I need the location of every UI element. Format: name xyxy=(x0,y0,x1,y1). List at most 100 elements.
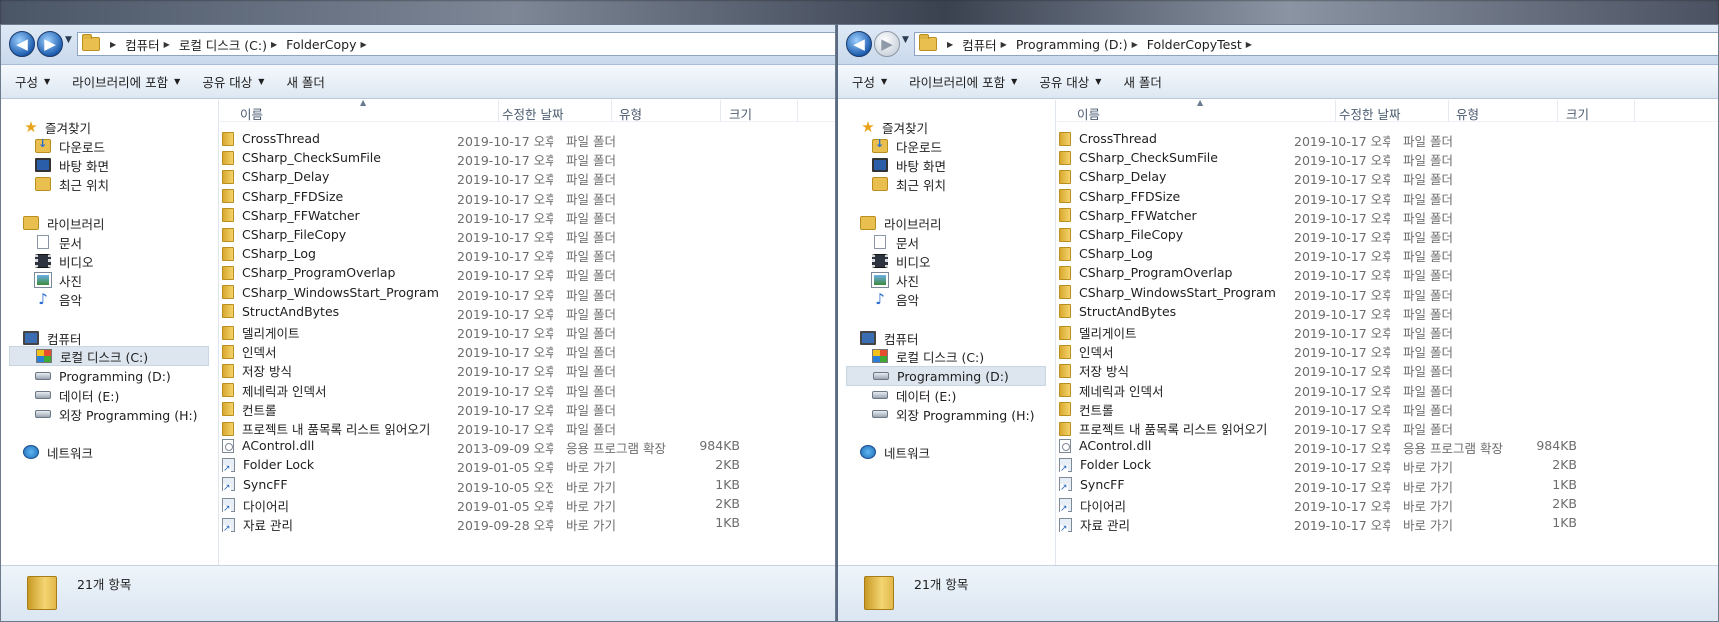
breadcrumb-drive[interactable]: 로컬 디스크 (C:) xyxy=(179,35,267,54)
file-name[interactable]: 프로젝트 내 품목록 리스트 읽어오기 xyxy=(1059,419,1329,438)
nav-music[interactable]: ♪ 음악 xyxy=(872,289,919,309)
nav-computer[interactable]: 컴퓨터 xyxy=(860,328,919,348)
nav-drive-c[interactable]: 로컬 디스크 (C:) xyxy=(9,346,209,366)
chevron-right-icon[interactable]: ▶ xyxy=(271,40,277,49)
nav-music[interactable]: ♪ 음악 xyxy=(35,289,82,309)
share-with-button[interactable]: 공유 대상 ▼ xyxy=(202,72,264,91)
column-divider[interactable] xyxy=(498,100,499,122)
file-row[interactable]: Folder Lock 2019-01-05 오후... 바로 가기 2KB xyxy=(220,455,835,475)
forward-button[interactable]: ▶ xyxy=(874,31,900,57)
nav-drive-d[interactable]: Programming (D:) xyxy=(9,366,171,386)
nav-libraries[interactable]: 라이브러리 xyxy=(23,213,105,233)
file-name[interactable]: 다이어리 xyxy=(1059,496,1329,515)
file-list[interactable]: 이름 ▲ 수정한 날짜 유형 크기 CrossThread 2019-10-17 … xyxy=(1057,100,1718,565)
file-name[interactable]: CSharp_FFWatcher xyxy=(1059,208,1329,223)
nav-pictures[interactable]: 사진 xyxy=(871,270,919,290)
file-name[interactable]: 컨트롤 xyxy=(222,400,492,419)
column-divider[interactable] xyxy=(611,100,612,122)
nav-drive-e[interactable]: 데이터 (E:) xyxy=(35,385,119,405)
file-name[interactable]: CSharp_CheckSumFile xyxy=(222,150,492,165)
file-row[interactable]: 제네릭과 인덱서 2019-10-17 오후... 파일 폴더 xyxy=(220,379,835,399)
nav-drive-c[interactable]: 로컬 디스크 (C:) xyxy=(846,346,984,366)
explorer-window-destination[interactable]: ◀ ▶ ▼ ▶ 컴퓨터 ▶ Programming (D:) ▶ FolderC… xyxy=(836,24,1719,622)
file-name[interactable]: 저장 방식 xyxy=(222,361,492,380)
file-name[interactable]: Folder Lock xyxy=(222,457,492,473)
file-row[interactable]: 자료 관리 2019-09-28 오후... 바로 가기 1KB xyxy=(220,513,835,534)
file-name[interactable]: 컨트롤 xyxy=(1059,400,1329,419)
address-bar[interactable]: ▶ 컴퓨터 ▶ Programming (D:) ▶ FolderCopyTes… xyxy=(914,32,1718,56)
address-bar[interactable]: ▶ 컴퓨터 ▶ 로컬 디스크 (C:) ▶ FolderCopy ▶ xyxy=(77,32,835,56)
nav-libraries[interactable]: 라이브러리 xyxy=(860,213,942,233)
file-row[interactable]: 인덱서 2019-10-17 오후... 파일 폴더 xyxy=(220,340,835,361)
nav-network[interactable]: 네트워크 xyxy=(23,442,93,462)
breadcrumb-folder[interactable]: FolderCopy xyxy=(286,37,356,52)
file-name[interactable]: 인덱서 xyxy=(222,342,492,361)
file-name[interactable]: Folder Lock xyxy=(1059,457,1329,473)
chevron-right-icon[interactable]: ▶ xyxy=(1001,40,1007,49)
file-row[interactable]: 다이어리 2019-01-05 오후... 바로 가기 2KB xyxy=(220,494,835,515)
file-row[interactable]: 컨트롤 2019-10-17 오후... 파일 폴더 xyxy=(220,398,835,419)
file-name[interactable]: CSharp_FFDSize xyxy=(1059,189,1329,204)
file-row[interactable]: CrossThread 2019-10-17 오후... 파일 폴더 xyxy=(220,129,835,149)
organize-button[interactable]: 구성 ▼ xyxy=(15,72,50,91)
include-in-library-button[interactable]: 라이브러리에 포함 ▼ xyxy=(72,72,180,91)
back-button[interactable]: ◀ xyxy=(846,31,872,57)
file-row[interactable]: CSharp_FileCopy 2019-10-17 오후... 파일 폴더 xyxy=(1057,225,1718,245)
column-divider[interactable] xyxy=(1634,100,1635,122)
file-row[interactable]: CSharp_FFDSize 2019-10-17 오후... 파일 폴더 xyxy=(1057,187,1718,207)
nav-favorites[interactable]: ★ 즐겨찾기 xyxy=(860,117,928,137)
file-name[interactable]: CSharp_Log xyxy=(1059,246,1329,261)
file-row[interactable]: CSharp_FileCopy 2019-10-17 오후... 파일 폴더 xyxy=(220,225,835,245)
file-row[interactable]: CSharp_FFWatcher 2019-10-17 오후... 파일 폴더 xyxy=(1057,206,1718,226)
column-divider[interactable] xyxy=(720,100,721,122)
forward-button[interactable]: ▶ xyxy=(37,31,63,57)
column-header-size[interactable]: 크기 xyxy=(729,104,752,123)
file-row[interactable]: Folder Lock 2019-10-17 오후... 바로 가기 2KB xyxy=(1057,455,1718,475)
file-name[interactable]: CSharp_FFDSize xyxy=(222,189,492,204)
column-divider[interactable] xyxy=(1335,100,1336,122)
file-name[interactable]: 제네릭과 인덱서 xyxy=(1059,381,1329,400)
file-name[interactable]: 자료 관리 xyxy=(222,515,492,534)
breadcrumb-folder[interactable]: FolderCopyTest xyxy=(1147,37,1242,52)
share-with-button[interactable]: 공유 대상 ▼ xyxy=(1039,72,1101,91)
nav-desktop[interactable]: 바탕 화면 xyxy=(35,155,109,175)
file-name[interactable]: StructAndBytes xyxy=(1059,304,1329,319)
file-row[interactable]: CSharp_ProgramOverlap 2019-10-17 오후... 파일 … xyxy=(1057,263,1718,283)
nav-drive-e[interactable]: 데이터 (E:) xyxy=(872,385,956,405)
file-name[interactable]: CSharp_WindowsStart_Program xyxy=(222,285,492,300)
navigation-pane[interactable]: ★즐겨찾기 다운로드 바탕 화면 최근 위치 라이브러리 문서 비디오 사진 ♪… xyxy=(1,100,219,565)
nav-desktop[interactable]: 바탕 화면 xyxy=(872,155,946,175)
file-row[interactable]: 저장 방식 2019-10-17 오후... 파일 폴더 xyxy=(220,359,835,380)
navigation-pane[interactable]: ★즐겨찾기 다운로드 바탕 화면 최근 위치 라이브러리 문서 비디오 사진 ♪… xyxy=(838,100,1056,565)
chevron-right-icon[interactable]: ▶ xyxy=(1132,40,1138,49)
nav-drive-h[interactable]: 외장 Programming (H:) xyxy=(872,404,1035,424)
nav-network[interactable]: 네트워크 xyxy=(860,442,930,462)
file-name[interactable]: CSharp_FileCopy xyxy=(1059,227,1329,242)
file-name[interactable]: 프로젝트 내 품목록 리스트 읽어오기 xyxy=(222,419,492,438)
file-row[interactable]: 델리게이트 2019-10-17 오후... 파일 폴더 xyxy=(220,321,835,341)
nav-videos[interactable]: 비디오 xyxy=(872,251,931,271)
file-row[interactable]: 컨트롤 2019-10-17 오후... 파일 폴더 xyxy=(1057,398,1718,419)
file-name[interactable]: CSharp_Delay xyxy=(1059,169,1329,184)
column-divider[interactable] xyxy=(1448,100,1449,122)
recent-pages-dropdown-icon[interactable]: ▼ xyxy=(902,35,909,45)
file-row[interactable]: 제네릭과 인덱서 2019-10-17 오후... 파일 폴더 xyxy=(1057,379,1718,400)
file-row[interactable]: CSharp_Log 2019-10-17 오후... 파일 폴더 xyxy=(1057,244,1718,264)
file-row[interactable]: CSharp_FFWatcher 2019-10-17 오후... 파일 폴더 xyxy=(220,206,835,226)
file-row[interactable]: 프로젝트 내 품목록 리스트 읽어오기 2019-10-17 오후... 파일 폴더 xyxy=(1057,417,1718,438)
column-header-date[interactable]: 수정한 날짜 xyxy=(502,104,563,123)
nav-documents[interactable]: 문서 xyxy=(35,232,82,252)
column-header-date[interactable]: 수정한 날짜 xyxy=(1339,104,1400,123)
file-row[interactable]: StructAndBytes 2019-10-17 오후... 파일 폴더 xyxy=(220,302,835,322)
file-name[interactable]: CSharp_ProgramOverlap xyxy=(222,265,492,280)
file-name[interactable]: CSharp_Log xyxy=(222,246,492,261)
file-row[interactable]: CSharp_ProgramOverlap 2019-10-17 오후... 파일 … xyxy=(220,263,835,283)
file-name[interactable]: CSharp_CheckSumFile xyxy=(1059,150,1329,165)
file-name[interactable]: 델리게이트 xyxy=(1059,323,1329,342)
file-row[interactable]: SyncFF 2019-10-05 오전... 바로 가기 1KB xyxy=(220,475,835,495)
file-name[interactable]: CSharp_Delay xyxy=(222,169,492,184)
breadcrumb-computer[interactable]: 컴퓨터 xyxy=(125,35,160,54)
column-header-name[interactable]: 이름 xyxy=(1077,104,1100,123)
nav-pictures[interactable]: 사진 xyxy=(34,270,82,290)
new-folder-button[interactable]: 새 폴더 xyxy=(286,72,324,91)
